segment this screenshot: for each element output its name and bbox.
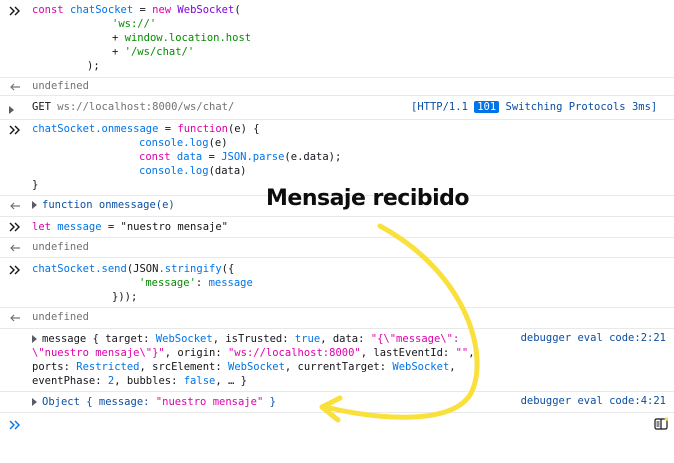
annotation-arrow — [319, 223, 480, 423]
